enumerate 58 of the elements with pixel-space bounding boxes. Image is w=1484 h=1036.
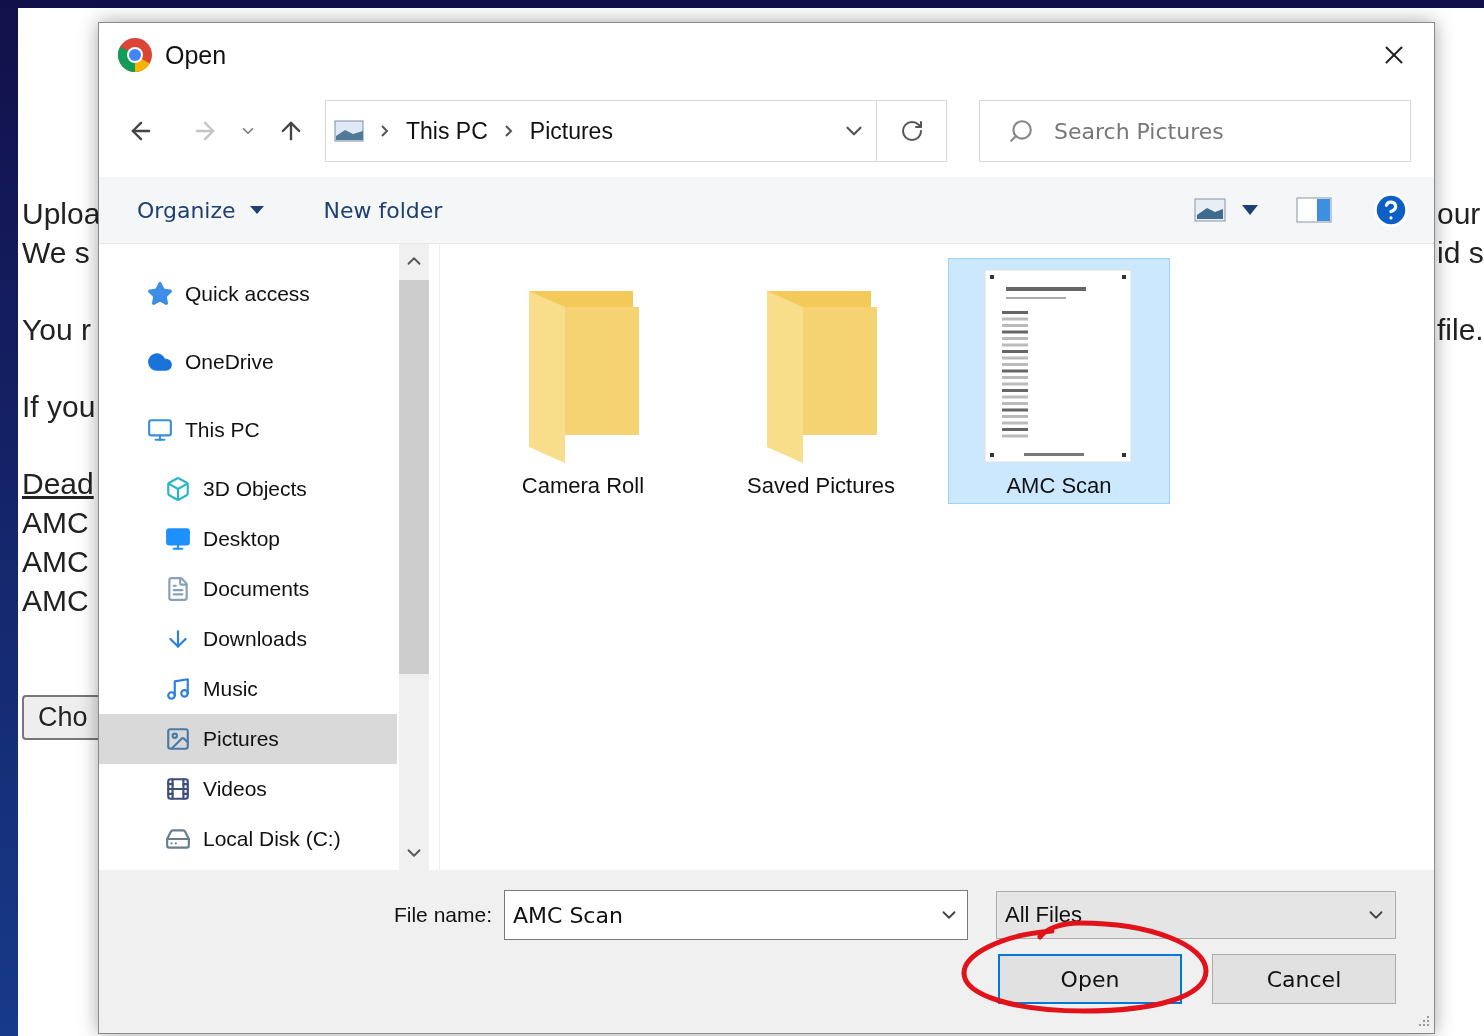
- star-icon: [147, 281, 173, 307]
- page-text: our: [1437, 196, 1481, 232]
- navigation-item[interactable]: Pictures: [99, 714, 397, 764]
- page-text: AMC: [22, 583, 89, 619]
- organize-menu[interactable]: Organize: [137, 197, 264, 223]
- search-icon: [1008, 118, 1034, 144]
- page-link[interactable]: Dead: [22, 464, 94, 503]
- picture-icon: [165, 726, 191, 752]
- caret-icon: [249, 206, 264, 214]
- file-tile[interactable]: Saved Pictures: [710, 258, 932, 504]
- navigation-item[interactable]: Videos: [99, 764, 397, 814]
- file-name-field[interactable]: AMC Scan: [504, 890, 968, 940]
- preview-pane-icon[interactable]: [1296, 197, 1332, 223]
- browser-logo-icon: [117, 37, 153, 73]
- page-text: You r: [22, 312, 91, 348]
- page-text: Uploa: [22, 196, 101, 232]
- open-button[interactable]: Open: [998, 954, 1182, 1004]
- chevron-icon: [380, 124, 390, 138]
- computer-icon: [147, 417, 173, 443]
- picture-icon: [334, 120, 364, 142]
- address-bar[interactable]: This PC Pictures: [325, 100, 947, 162]
- cancel-button[interactable]: Cancel: [1212, 954, 1396, 1004]
- file-type-dropdown[interactable]: All Files: [996, 891, 1396, 939]
- breadcrumb-item[interactable]: Pictures: [529, 117, 613, 145]
- file-tile[interactable]: AMC Scan: [948, 258, 1170, 504]
- music-note-icon: [165, 676, 191, 702]
- navigation-item[interactable]: Desktop: [99, 514, 397, 564]
- navigation-item[interactable]: Documents: [99, 564, 397, 614]
- search-field[interactable]: Search Pictures: [979, 100, 1411, 162]
- page-text: file.: [1437, 312, 1484, 348]
- view-options-icon[interactable]: [1194, 198, 1226, 222]
- file-tile[interactable]: Camera Roll: [472, 258, 694, 504]
- cube-icon: [165, 476, 191, 502]
- document-icon: [165, 576, 191, 602]
- breadcrumb-item[interactable]: This PC: [406, 117, 488, 145]
- navigation-item[interactable]: Local Disk (C:): [99, 814, 397, 864]
- chevron-icon: [503, 124, 514, 138]
- film-icon: [165, 776, 191, 802]
- scrollbar[interactable]: [399, 244, 429, 870]
- caret-icon[interactable]: [1242, 205, 1258, 215]
- search-input[interactable]: Search Pictures: [1052, 117, 1410, 145]
- page-text: AMC: [22, 505, 89, 541]
- navigation-item[interactable]: Quick access: [99, 260, 397, 328]
- navigation-item[interactable]: OneDrive: [99, 328, 397, 396]
- page-text: If you: [22, 389, 96, 425]
- page-text: AMC: [22, 544, 89, 580]
- page-text: id s: [1437, 235, 1484, 271]
- help-icon[interactable]: [1372, 191, 1410, 229]
- navigation-item[interactable]: 3D Objects: [99, 464, 397, 514]
- navigation-item[interactable]: This PC: [99, 396, 397, 464]
- navigation-item[interactable]: Downloads: [99, 614, 397, 664]
- new-folder-button[interactable]: New folder: [323, 197, 443, 223]
- monitor-icon: [165, 526, 191, 552]
- disk-drive-icon: [165, 826, 191, 852]
- page-text: We s: [22, 235, 90, 271]
- file-name-label: File name:: [393, 903, 492, 927]
- dialog-title: Open: [165, 40, 228, 70]
- resize-grip-icon[interactable]: [1416, 1015, 1430, 1029]
